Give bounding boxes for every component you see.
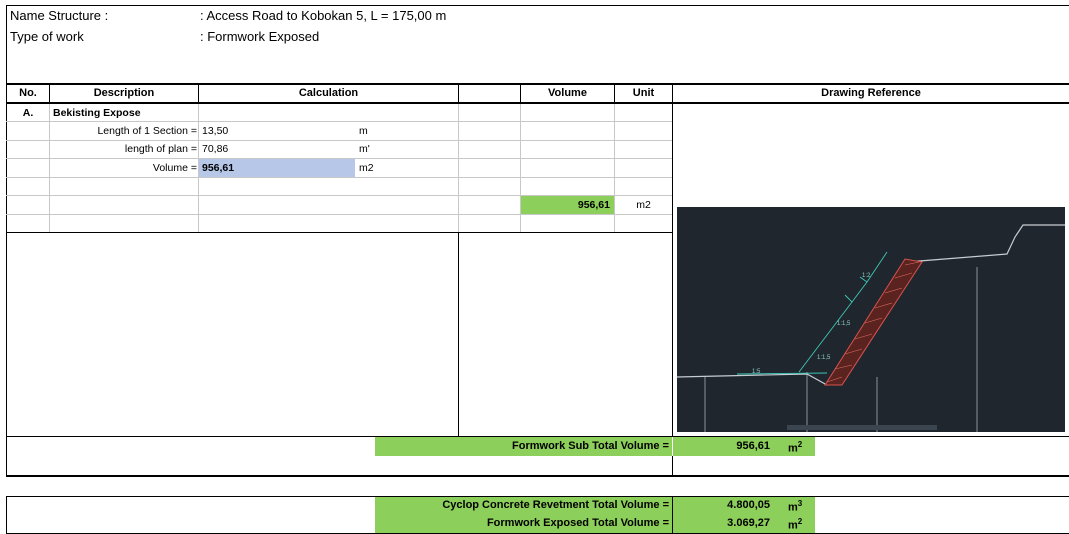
cross-section-drawing: 1:2 1:1,5 1:1,5 1:5 [677, 224, 1065, 432]
col-divider [458, 232, 459, 436]
drawing-reference-image: 1:2 1:1,5 1:1,5 1:5 [677, 207, 1065, 432]
table-top-border [6, 83, 1069, 85]
total-formwork-unit-sup: 2 [797, 517, 803, 526]
subtotal-value: 956,61 [736, 440, 770, 452]
body-bottom-line [6, 232, 672, 233]
volume-result-unit: m2 [636, 199, 651, 211]
row-unit-volume: m2 [359, 162, 374, 174]
grid-line [6, 177, 672, 178]
grid-line [6, 140, 672, 141]
header-bottom-border [6, 102, 1069, 104]
col-header-description: Description [93, 87, 155, 99]
total-concrete-unit: m3 [788, 496, 802, 516]
row-value-volume: 956,61 [202, 162, 235, 174]
grid-line [6, 214, 672, 215]
slope-label-4: 1:5 [752, 369, 761, 375]
row-unit-length-plan: m' [359, 143, 370, 155]
col-header-calculation: Calculation [298, 87, 359, 99]
slope-label-2: 1:1,5 [837, 321, 851, 327]
total-formwork-value: 3.069,27 [727, 517, 770, 529]
grid-line [458, 104, 459, 232]
col-header-no: No. [19, 87, 37, 99]
table-bottom-border [6, 475, 1069, 477]
col-header-unit: Unit [632, 87, 655, 99]
total-formwork-unit: m2 [788, 514, 802, 534]
subtotal-unit: m2 [788, 437, 802, 457]
col-header-volume: Volume [548, 87, 587, 99]
row-unit-length-section: m [359, 125, 368, 137]
table-left-border [6, 83, 7, 476]
total-formwork-unit-base: m [788, 519, 798, 532]
type-of-work-value: : Formwork Exposed [200, 29, 320, 44]
subtotal-divider [672, 456, 673, 475]
row-label-length-section: Length of 1 Section = [97, 125, 197, 137]
volume-result-value: 956,61 [577, 199, 610, 211]
total-concrete-unit-base: m [788, 501, 798, 514]
section-number: A. [22, 107, 34, 119]
name-structure-label: Name Structure : [10, 8, 109, 23]
section-title: Bekisting Expose [53, 107, 141, 119]
row-value-length-plan: 70,86 [202, 143, 229, 155]
total-concrete-label: Cyclop Concrete Revetment Total Volume = [442, 499, 669, 511]
col-divider [672, 104, 673, 436]
row-value-length-section: 13,50 [202, 125, 229, 137]
grid-line [6, 121, 672, 122]
total-concrete-unit-sup: 3 [797, 499, 803, 508]
row-label-length-plan: length of plan = [124, 143, 197, 155]
subtotal-label: Formwork Sub Total Volume = [512, 440, 669, 452]
col-divider [458, 84, 459, 104]
row-label-volume: Volume = [152, 162, 197, 174]
subtotal-unit-sup: 2 [797, 440, 803, 449]
name-structure-value: : Access Road to Kobokan 5, L = 175,00 m [200, 8, 447, 23]
header-box [6, 5, 1069, 83]
type-of-work-label: Type of work [10, 29, 84, 44]
total-formwork-label: Formwork Exposed Total Volume = [486, 517, 669, 529]
total-concrete-value: 4.800,05 [727, 499, 770, 511]
col-header-drawing-reference: Drawing Reference [821, 87, 921, 99]
subtotal-unit-base: m [788, 442, 798, 455]
slope-label-1: 1:2 [862, 273, 871, 279]
slope-label-3: 1:1,5 [817, 355, 831, 361]
